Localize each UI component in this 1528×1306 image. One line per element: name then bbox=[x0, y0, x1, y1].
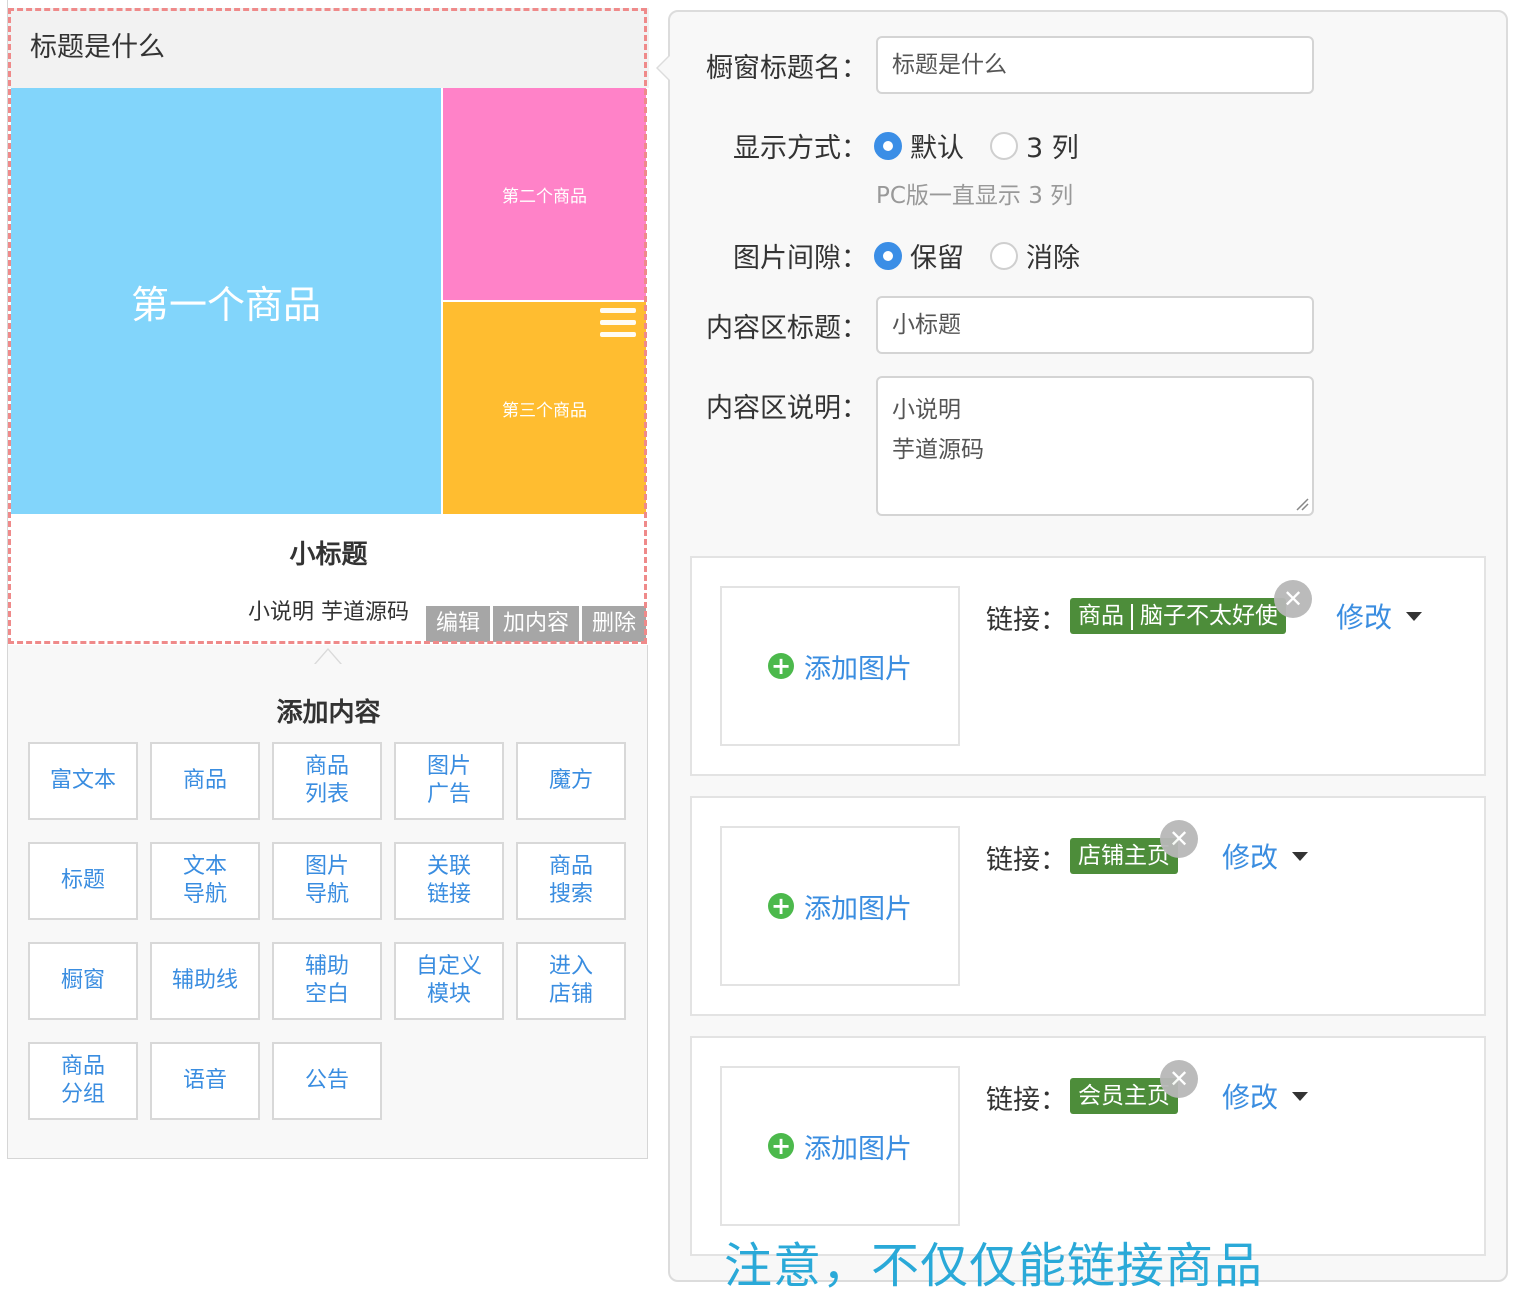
caret-down-icon bbox=[1292, 851, 1309, 861]
gap-option-keep[interactable]: 保留 bbox=[874, 236, 964, 275]
add-goods-list-button[interactable]: 商品 列表 bbox=[272, 742, 382, 820]
content-title-label: 内容区标题： bbox=[706, 313, 868, 344]
link-tag-type: 商品 bbox=[1078, 603, 1124, 629]
panel-pointer bbox=[656, 54, 670, 82]
textarea-line: 芋道源码 bbox=[892, 437, 984, 463]
display-hint: PC版一直显示 3 列 bbox=[876, 183, 1074, 209]
radio-label: 默认 bbox=[910, 133, 964, 164]
display-option-default[interactable]: 默认 bbox=[874, 126, 964, 165]
title-label: 橱窗标题名： bbox=[706, 53, 868, 84]
image-slot[interactable]: + 添加图片 bbox=[720, 1066, 960, 1226]
edit-button[interactable]: 编辑 bbox=[425, 606, 490, 642]
add-image-label: 添加图片 bbox=[804, 893, 912, 925]
add-related-link-button[interactable]: 关联 链接 bbox=[394, 842, 504, 920]
modify-label: 修改 bbox=[1222, 1081, 1279, 1114]
add-image-label: 添加图片 bbox=[804, 653, 912, 685]
textarea-line: 小说明 bbox=[892, 397, 961, 423]
content-desc-label: 内容区说明： bbox=[706, 393, 868, 424]
link-label: 链接： bbox=[986, 1085, 1067, 1116]
add-goods-group-button[interactable]: 商品 分组 bbox=[28, 1042, 138, 1120]
radio-label: 3 列 bbox=[1026, 133, 1079, 164]
content-title-input[interactable]: 小标题 bbox=[876, 296, 1314, 354]
gap-option-remove[interactable]: 消除 bbox=[990, 236, 1080, 275]
link-label: 链接： bbox=[986, 605, 1067, 636]
add-image-button[interactable]: + 添加图片 bbox=[768, 647, 912, 686]
add-notice-button[interactable]: 公告 bbox=[272, 1042, 382, 1120]
plus-circle-icon: + bbox=[768, 893, 794, 919]
close-icon[interactable]: ✕ bbox=[1160, 820, 1198, 858]
plus-circle-icon: + bbox=[768, 653, 794, 679]
popover-caret bbox=[314, 648, 342, 665]
module-actions: 编辑 加内容 删除 bbox=[425, 606, 646, 642]
annotation-note: 注意，不仅仅能链接商品 bbox=[724, 1238, 1264, 1294]
radio-unchecked-icon bbox=[990, 241, 1018, 270]
radio-label: 保留 bbox=[910, 243, 964, 274]
showcase-title: 标题是什么 bbox=[8, 8, 649, 88]
caret-down-icon bbox=[1406, 611, 1423, 621]
add-goods-button[interactable]: 商品 bbox=[150, 742, 260, 820]
close-icon[interactable]: ✕ bbox=[1160, 1060, 1198, 1098]
link-tag-name: 会员主页 bbox=[1078, 1083, 1170, 1109]
radio-label: 消除 bbox=[1026, 243, 1080, 274]
modify-dropdown[interactable]: 修改 bbox=[1336, 596, 1423, 636]
modify-label: 修改 bbox=[1336, 601, 1393, 634]
plus-circle-icon: + bbox=[768, 1133, 794, 1159]
gap-label: 图片间隙： bbox=[733, 243, 868, 274]
resize-grip-icon[interactable] bbox=[1295, 497, 1309, 511]
link-label: 链接： bbox=[986, 845, 1067, 876]
display-label: 显示方式： bbox=[733, 133, 868, 164]
delete-button[interactable]: 删除 bbox=[581, 606, 646, 642]
display-option-3col[interactable]: 3 列 bbox=[990, 126, 1079, 165]
image-slot[interactable]: + 添加图片 bbox=[720, 826, 960, 986]
add-custom-module-button[interactable]: 自定义 模块 bbox=[394, 942, 504, 1020]
add-image-nav-button[interactable]: 图片 导航 bbox=[272, 842, 382, 920]
add-text-nav-button[interactable]: 文本 导航 bbox=[150, 842, 260, 920]
modify-dropdown[interactable]: 修改 bbox=[1222, 1076, 1309, 1116]
add-showcase-button[interactable]: 橱窗 bbox=[28, 942, 138, 1020]
radio-checked-icon bbox=[874, 241, 902, 270]
image-card-3: + 添加图片 链接： 会员主页 ✕ 修改 bbox=[690, 1036, 1486, 1256]
link-tag-name: 脑子不太好使 bbox=[1140, 603, 1278, 629]
product-tile-2[interactable]: 第二个商品 bbox=[443, 88, 646, 300]
image-slot[interactable]: + 添加图片 bbox=[720, 586, 960, 746]
link-tag: 商品 脑子不太好使 bbox=[1070, 598, 1286, 634]
add-image-button[interactable]: + 添加图片 bbox=[768, 887, 912, 926]
add-goods-search-button[interactable]: 商品 搜索 bbox=[516, 842, 626, 920]
add-enter-shop-button[interactable]: 进入 店铺 bbox=[516, 942, 626, 1020]
drag-handle-icon[interactable] bbox=[600, 308, 636, 348]
content-desc-textarea[interactable]: 小说明 芋道源码 bbox=[876, 376, 1314, 516]
radio-unchecked-icon bbox=[990, 131, 1018, 160]
image-card-1: + 添加图片 链接： 商品 脑子不太好使 ✕ 修改 bbox=[690, 556, 1486, 776]
add-blank-space-button[interactable]: 辅助 空白 bbox=[272, 942, 382, 1020]
add-image-ad-button[interactable]: 图片 广告 bbox=[394, 742, 504, 820]
modify-label: 修改 bbox=[1222, 841, 1279, 874]
add-magic-cube-button[interactable]: 魔方 bbox=[516, 742, 626, 820]
modify-dropdown[interactable]: 修改 bbox=[1222, 836, 1309, 876]
title-input[interactable]: 标题是什么 bbox=[876, 36, 1314, 94]
content-subtitle: 小标题 bbox=[289, 540, 368, 570]
add-content-title: 添加内容 bbox=[276, 698, 381, 728]
image-card-2: + 添加图片 链接： 店铺主页 ✕ 修改 bbox=[690, 796, 1486, 1016]
add-content-button[interactable]: 加内容 bbox=[492, 606, 579, 642]
add-image-label: 添加图片 bbox=[804, 1133, 912, 1165]
preview-panel: 标题是什么 第一个商品 第二个商品 第三个商品 小标题 小说明 芋道源码 编辑 … bbox=[7, 0, 649, 1159]
add-image-button[interactable]: + 添加图片 bbox=[768, 1127, 912, 1166]
add-voice-button[interactable]: 语音 bbox=[150, 1042, 260, 1120]
showcase-preview[interactable]: 标题是什么 第一个商品 第二个商品 第三个商品 小标题 小说明 芋道源码 编辑 … bbox=[8, 0, 649, 645]
radio-checked-icon bbox=[874, 131, 902, 160]
link-tag-name: 店铺主页 bbox=[1078, 843, 1170, 869]
product-tile-1[interactable]: 第一个商品 bbox=[11, 88, 441, 514]
caret-down-icon bbox=[1292, 1091, 1309, 1101]
add-title-button[interactable]: 标题 bbox=[28, 842, 138, 920]
add-rich-text-button[interactable]: 富文本 bbox=[28, 742, 138, 820]
add-guide-line-button[interactable]: 辅助线 bbox=[150, 942, 260, 1020]
close-icon[interactable]: ✕ bbox=[1274, 580, 1312, 618]
